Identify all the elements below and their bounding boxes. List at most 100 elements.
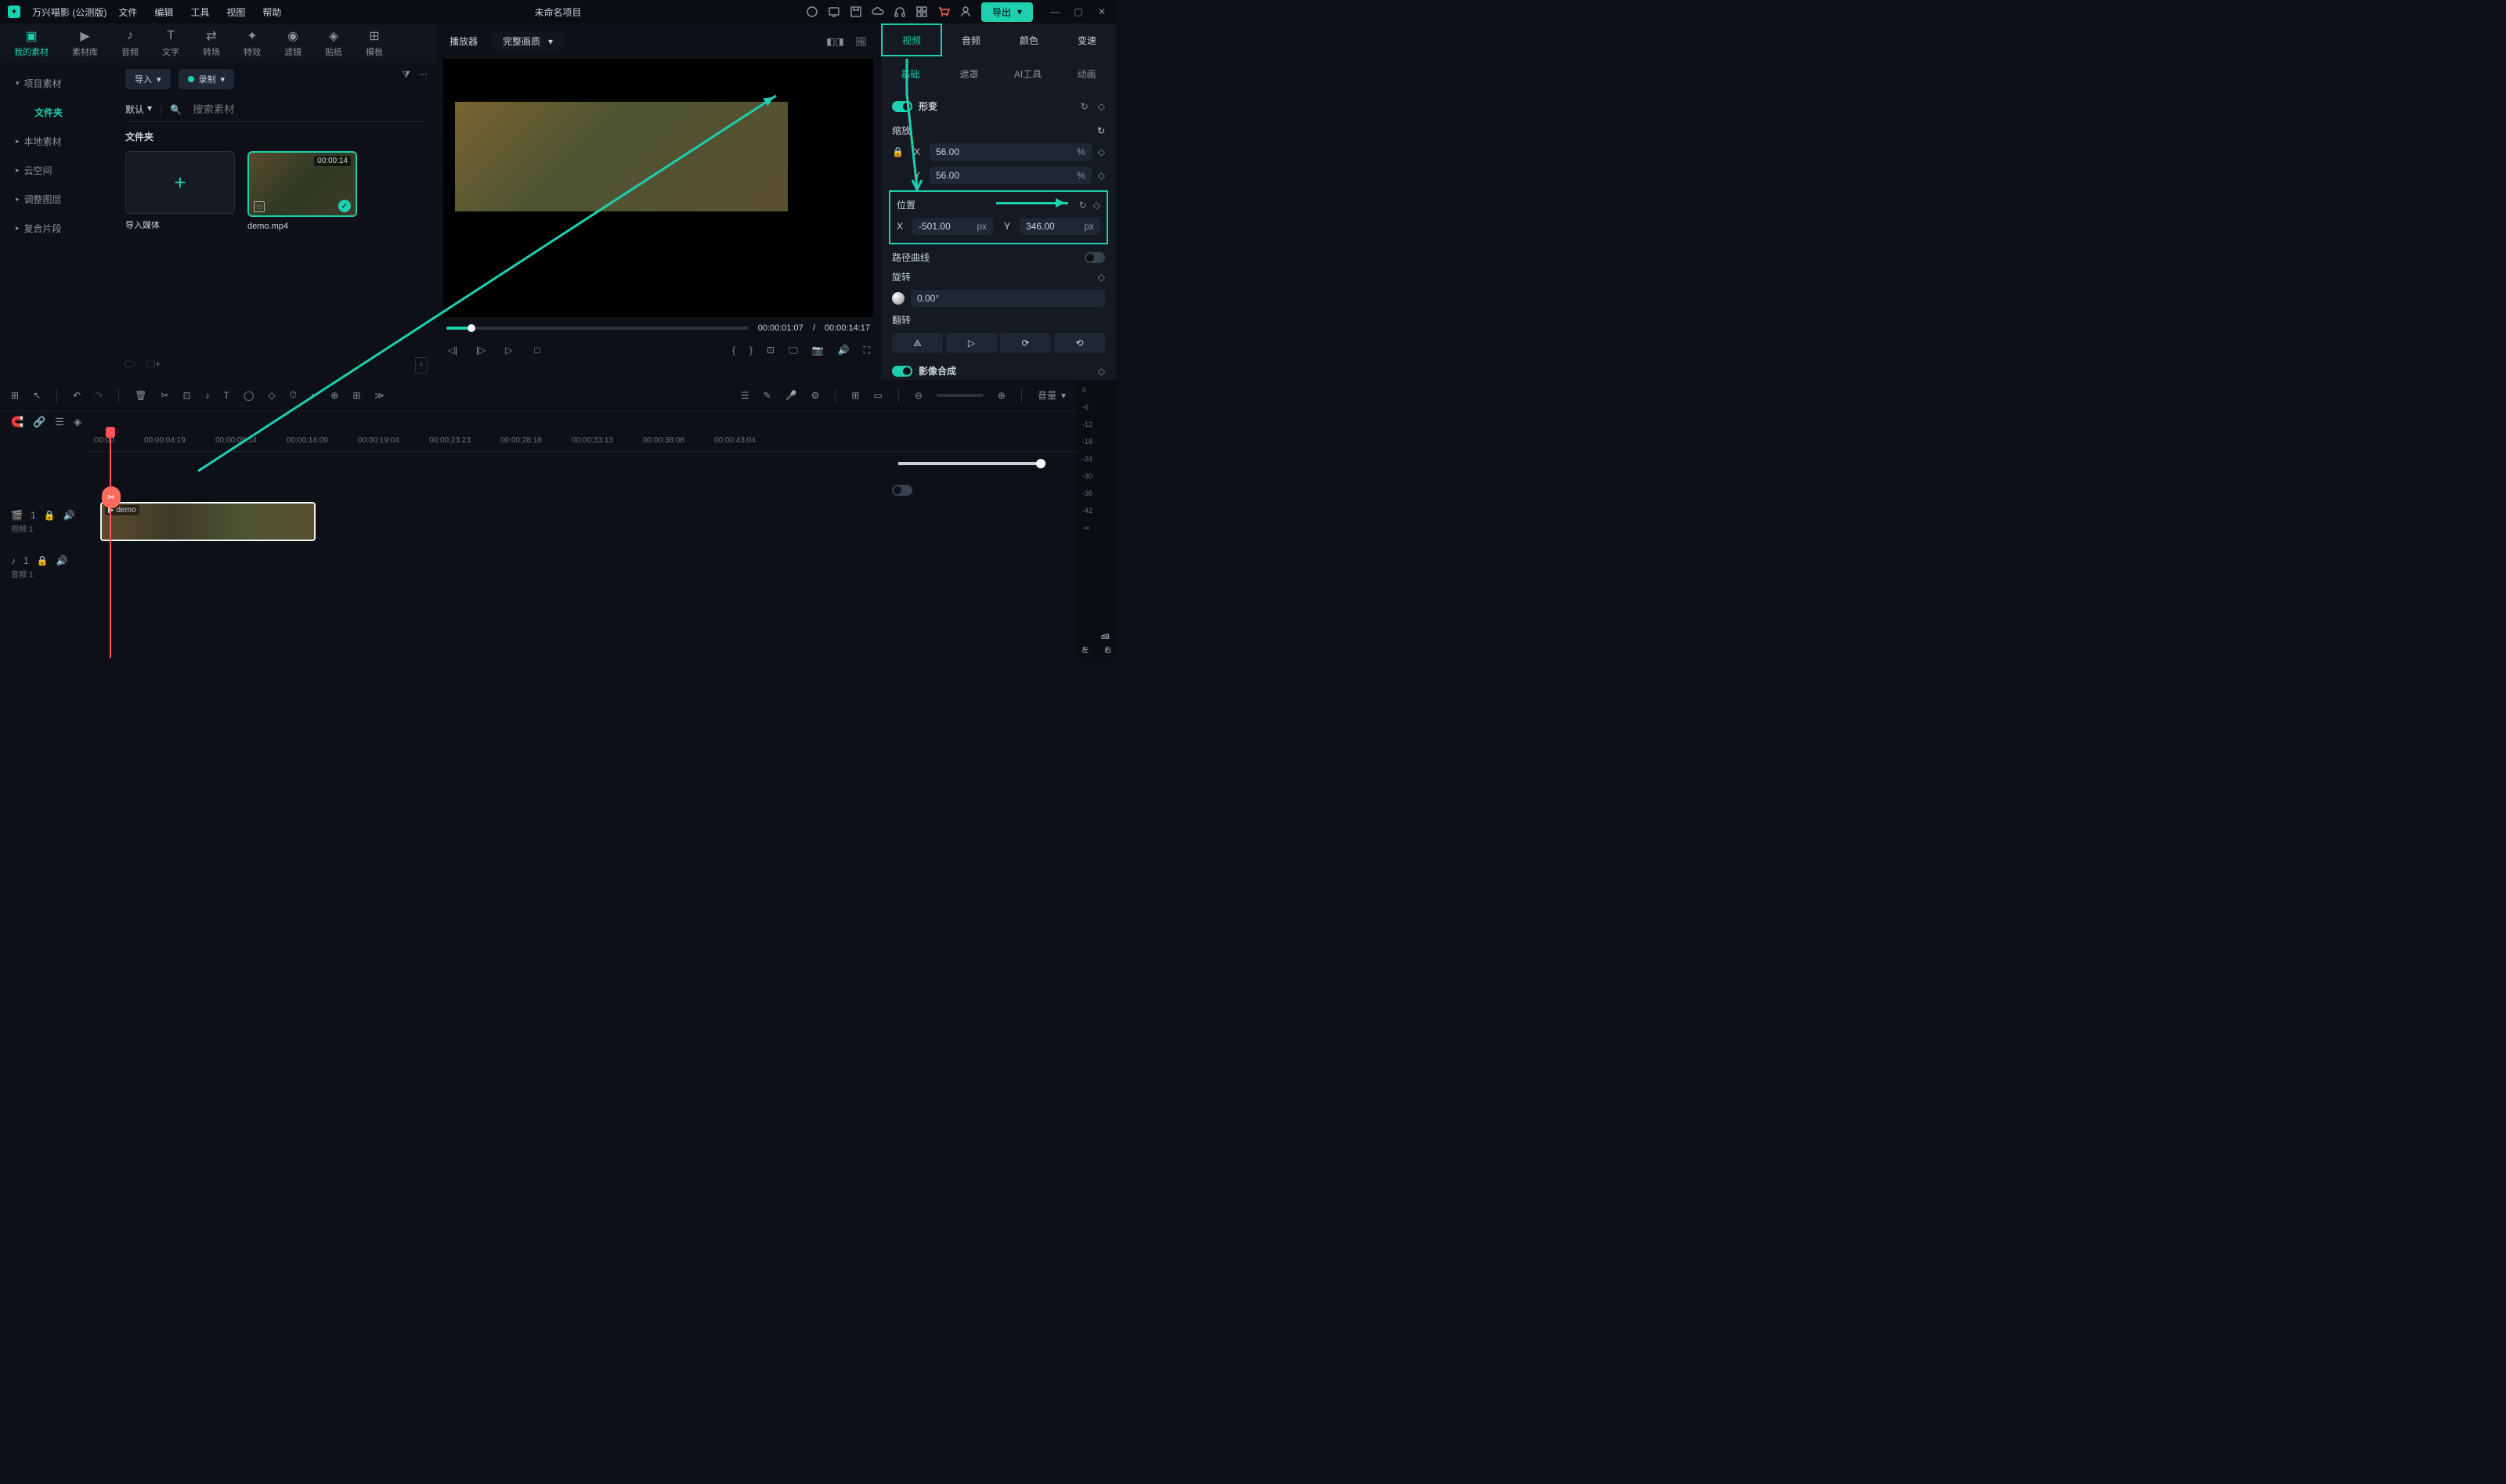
rotate-input[interactable]: 0.00° — [911, 290, 1105, 307]
cut-button[interactable]: ✂ — [161, 390, 168, 401]
flip-h-button[interactable]: ⟁ — [892, 333, 943, 353]
timeline-ruler[interactable]: :00:00 00:00:04:19 00:00:09:14 00:00:14:… — [86, 433, 1077, 452]
marker-button[interactable]: ◯ — [244, 390, 254, 401]
marker-icon[interactable]: ◈ — [74, 416, 81, 428]
folder-icon[interactable]: 🗀 — [125, 357, 135, 374]
search-input[interactable] — [190, 100, 428, 118]
sidebar-adjust[interactable]: ▸调整图层 — [6, 185, 111, 214]
cart-icon[interactable] — [937, 5, 950, 18]
screen-icon[interactable] — [828, 5, 840, 18]
magnet-icon[interactable]: 🧲 — [11, 416, 23, 428]
reset-icon[interactable]: ↻ — [1097, 125, 1105, 136]
sidebar-local[interactable]: ▸本地素材 — [6, 127, 111, 156]
grid-icon[interactable] — [915, 5, 928, 18]
tab-transition[interactable]: ⇄转场 — [203, 29, 220, 58]
subtab-mask[interactable]: 遮罩 — [940, 63, 998, 85]
keyframe-button[interactable]: ◇ — [268, 390, 275, 401]
collapse-button[interactable]: ‹ — [415, 357, 428, 374]
tab-my-assets[interactable]: ▣我的素材 — [14, 29, 49, 58]
minimize-button[interactable]: — — [1049, 5, 1061, 18]
compare-icon[interactable]: ◧◨ — [826, 36, 844, 47]
record-dropdown[interactable]: 录制▾ — [179, 69, 235, 89]
subtab-basic[interactable]: 基础 — [881, 63, 940, 85]
video-track-lane[interactable]: ▶ demo — [86, 499, 1077, 544]
tab-audio[interactable]: ♪音频 — [121, 29, 139, 58]
lock-icon[interactable]: 🔒 — [37, 555, 49, 566]
tab-template[interactable]: ⊞模板 — [366, 29, 383, 58]
fullscreen-icon[interactable]: ⛶ — [864, 345, 870, 356]
subtab-animation[interactable]: 动画 — [1057, 63, 1116, 85]
zoom-in-button[interactable]: ⊕ — [998, 390, 1006, 401]
scale-x-input[interactable]: 56.00% — [930, 143, 1092, 161]
rotate-ccw-button[interactable]: ⟲ — [1054, 333, 1105, 353]
ratio-icon[interactable]: ⊡ — [767, 345, 775, 356]
timeline-clip[interactable]: ▶ demo — [100, 502, 316, 541]
pos-y-input[interactable]: 346.00px — [1020, 218, 1100, 235]
delete-button[interactable]: 🗑 — [135, 390, 146, 401]
prev-frame-button[interactable]: ◁| — [446, 344, 459, 356]
apps-icon[interactable]: ⊞ — [11, 390, 19, 401]
video-viewport[interactable] — [443, 59, 873, 317]
cut-marker-icon[interactable]: ✂ — [102, 486, 121, 508]
link-icon[interactable]: 🔗 — [33, 416, 45, 428]
play-button[interactable]: ▷ — [503, 344, 515, 356]
close-button[interactable]: ✕ — [1096, 5, 1108, 18]
undo-button[interactable]: ↶ — [73, 390, 81, 401]
keyframe-icon[interactable]: ◇ — [1098, 366, 1105, 377]
tab-video[interactable]: 视频 — [881, 23, 942, 56]
zoom-slider[interactable] — [937, 394, 984, 397]
maximize-button[interactable]: ▢ — [1072, 5, 1085, 18]
mute-icon[interactable]: 🔊 — [56, 555, 68, 566]
tab-effects[interactable]: ✦特效 — [244, 29, 261, 58]
reset-icon[interactable]: ↻ — [1079, 200, 1087, 211]
playhead[interactable] — [110, 433, 111, 658]
mark-in-button[interactable]: { — [732, 345, 735, 356]
lock-icon[interactable]: 🔒 — [892, 146, 908, 157]
media-clip[interactable]: 00:00:14 □ ✓ demo.mp4 — [247, 151, 357, 231]
tab-color[interactable]: 颜色 — [1000, 23, 1058, 56]
mixer-icon[interactable]: ⚙ — [811, 390, 820, 401]
speed-button[interactable]: ⏱ — [290, 389, 297, 401]
path-curve-toggle[interactable] — [1085, 252, 1105, 263]
tab-filter[interactable]: ◉滤镜 — [284, 29, 302, 58]
reset-icon[interactable]: ↻ — [1081, 101, 1089, 112]
menu-view[interactable]: 视图 — [226, 5, 245, 19]
pos-x-input[interactable]: -501.00px — [912, 218, 993, 235]
color-button[interactable]: ◐ — [311, 390, 316, 401]
rotate-cw-button[interactable]: ⟳ — [1000, 333, 1051, 353]
sidebar-folder[interactable]: 文件夹 — [6, 98, 111, 127]
user-icon[interactable] — [959, 5, 972, 18]
volume-icon[interactable]: 🔊 — [838, 345, 850, 356]
filter-icon[interactable]: ⧩ — [402, 69, 410, 81]
track-button[interactable]: ⊞ — [352, 390, 360, 401]
render-icon[interactable]: ▭ — [873, 390, 882, 401]
zoom-out-button[interactable]: ⊖ — [915, 390, 923, 401]
quality-select[interactable]: 完整画质▾ — [492, 31, 564, 51]
tab-text[interactable]: T文字 — [162, 29, 179, 58]
save-icon[interactable] — [850, 5, 862, 18]
progress-slider[interactable] — [446, 327, 749, 330]
menu-help[interactable]: 帮助 — [262, 5, 281, 19]
crop-button[interactable]: ⊡ — [183, 390, 191, 401]
group-icon[interactable]: ⊞ — [851, 390, 859, 401]
sidebar-cloud[interactable]: ▸云空间 — [6, 156, 111, 185]
audio-icon[interactable]: ♪ — [205, 390, 210, 401]
focus-button[interactable]: ⊕ — [330, 390, 338, 401]
sidebar-project-assets[interactable]: ▾项目素材 — [6, 69, 111, 98]
headphones-icon[interactable] — [894, 5, 906, 18]
keyframe-icon[interactable]: ◇ — [1098, 170, 1105, 181]
tab-sticker[interactable]: ◈贴纸 — [325, 29, 342, 58]
rotate-dial[interactable] — [892, 292, 905, 305]
compose-toggle[interactable] — [892, 366, 912, 377]
menu-file[interactable]: 文件 — [118, 5, 137, 19]
layers-icon[interactable]: ☰ — [741, 390, 749, 401]
text-button[interactable]: T — [224, 390, 229, 401]
image-icon[interactable]: 🖼 — [855, 36, 867, 47]
keyframe-icon[interactable]: ◇ — [1098, 272, 1105, 283]
keyframe-icon[interactable]: ◇ — [1093, 200, 1100, 211]
keyframe-icon[interactable]: ◇ — [1098, 101, 1105, 112]
mute-icon[interactable]: 🔊 — [63, 510, 75, 521]
audio-track-lane[interactable] — [86, 544, 1077, 590]
monitor-icon[interactable]: 🖵 — [789, 345, 798, 356]
circle-icon[interactable] — [806, 5, 818, 18]
